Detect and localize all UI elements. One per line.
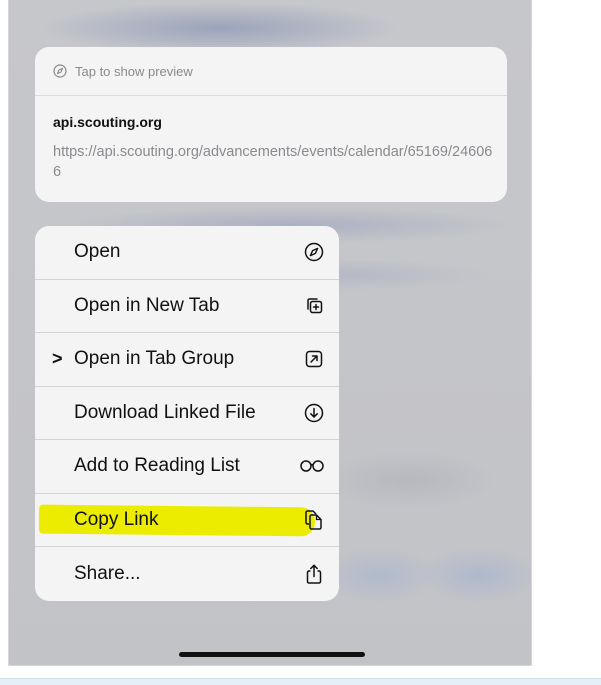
chevron-right-icon: > — [52, 348, 63, 369]
home-indicator[interactable] — [179, 652, 365, 657]
screenshot-page: Tap to show preview api.scouting.org htt… — [0, 0, 601, 685]
menu-item-add-reading-list[interactable]: Add to Reading List — [35, 440, 339, 494]
menu-item-label: Add to Reading List — [74, 455, 240, 477]
compass-icon — [53, 64, 67, 78]
menu-item-label: Share... — [74, 562, 141, 584]
tap-to-preview-row[interactable]: Tap to show preview — [35, 47, 507, 96]
menu-item-open-tab-group[interactable]: > Open in Tab Group — [35, 333, 339, 387]
menu-item-open[interactable]: Open — [35, 226, 339, 280]
share-icon — [303, 563, 325, 585]
menu-item-download-linked-file[interactable]: Download Linked File — [35, 387, 339, 440]
menu-item-share[interactable]: Share... — [35, 547, 339, 601]
eyeglasses-icon — [299, 455, 325, 477]
arrow-down-circle-icon — [303, 402, 325, 424]
tap-to-preview-label: Tap to show preview — [75, 63, 193, 79]
menu-item-label: Open — [74, 241, 121, 263]
menu-item-label: Download Linked File — [74, 401, 256, 423]
arrow-up-right-square-icon — [303, 348, 325, 370]
menu-item-label: Copy Link — [74, 508, 159, 530]
preview-host: api.scouting.org — [53, 114, 162, 130]
preview-url: https://api.scouting.org/advancements/ev… — [53, 144, 493, 180]
menu-item-label: Open in Tab Group — [74, 348, 235, 370]
link-preview-card[interactable]: Tap to show preview api.scouting.org htt… — [35, 47, 507, 202]
plus-square-on-square-icon — [303, 295, 325, 317]
phone-screen: Tap to show preview api.scouting.org htt… — [8, 0, 532, 666]
menu-item-label: Open in New Tab — [74, 294, 220, 316]
menu-item-open-new-tab[interactable]: Open in New Tab — [35, 280, 339, 333]
compass-icon — [303, 241, 325, 263]
menu-item-copy-link[interactable]: Copy Link — [35, 494, 339, 547]
doc-on-doc-icon — [303, 509, 325, 531]
bottom-strip — [0, 678, 601, 685]
context-menu: Open Open in New Tab > Open in Tab Group… — [35, 226, 339, 601]
